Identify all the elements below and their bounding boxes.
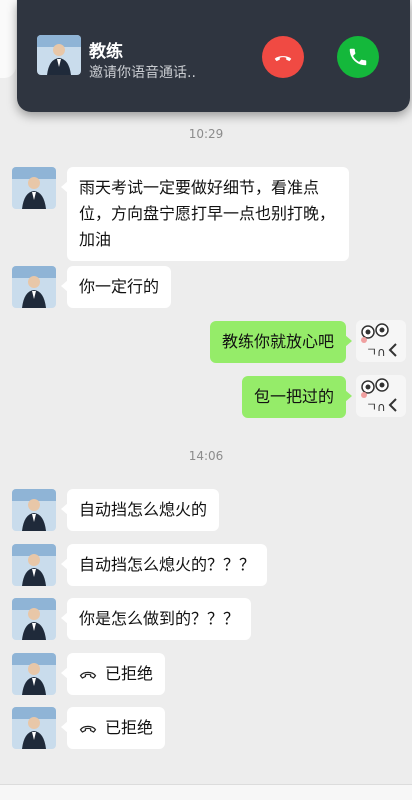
caller-avatar	[37, 35, 81, 75]
svg-text:ㄱ∩: ㄱ∩	[366, 345, 386, 359]
declined-call-label: 已拒绝	[105, 718, 154, 737]
contact-avatar[interactable]	[12, 707, 56, 749]
decline-call-button[interactable]	[262, 36, 304, 78]
declined-call-label: 已拒绝	[105, 664, 154, 683]
caller-name: 教练	[89, 42, 123, 62]
accept-call-button[interactable]	[337, 36, 379, 78]
user-avatar-sticker[interactable]: ㄱ∩	[356, 320, 406, 362]
phone-decline-icon	[274, 56, 292, 62]
contact-avatar[interactable]	[12, 653, 56, 695]
contact-avatar[interactable]	[12, 167, 56, 209]
user-avatar-sticker[interactable]: ㄱ∩	[356, 375, 406, 417]
svg-text:ㄱ∩: ㄱ∩	[366, 400, 386, 414]
message-bubble-self[interactable]: 包一把过的	[241, 376, 353, 418]
contact-avatar[interactable]	[12, 266, 56, 308]
background-notification-edge	[0, 0, 16, 78]
message-bubble[interactable]: 你是怎么做到的？？？	[60, 598, 252, 640]
phone-accept-icon	[349, 48, 367, 66]
message-bubble[interactable]: 自动挡怎么熄火的	[60, 489, 220, 531]
phone-hangup-icon	[79, 725, 97, 733]
phone-hangup-icon	[79, 671, 97, 679]
incoming-call-banner[interactable]: 教练 邀请你语音通话..	[17, 0, 410, 112]
call-subtitle: 邀请你语音通话..	[89, 65, 196, 81]
declined-call-bubble[interactable]: 已拒绝	[60, 653, 166, 695]
declined-call-bubble[interactable]: 已拒绝	[60, 707, 166, 749]
contact-avatar[interactable]	[12, 489, 56, 531]
message-bubble[interactable]: 雨天考试一定要做好细节，看准点位，方向盘宁愿打早一点也别打晚，加油	[61, 167, 349, 261]
message-bubble[interactable]: 自动挡怎么熄火的？？？	[60, 544, 268, 586]
message-bubble-self[interactable]: 教练你就放心吧	[209, 321, 353, 363]
input-bar[interactable]	[0, 784, 412, 800]
message-bubble[interactable]: 你一定行的	[60, 266, 172, 308]
contact-avatar[interactable]	[12, 544, 56, 586]
contact-avatar[interactable]	[12, 598, 56, 640]
timestamp: 14:06	[188, 449, 224, 463]
timestamp: 10:29	[188, 127, 224, 141]
